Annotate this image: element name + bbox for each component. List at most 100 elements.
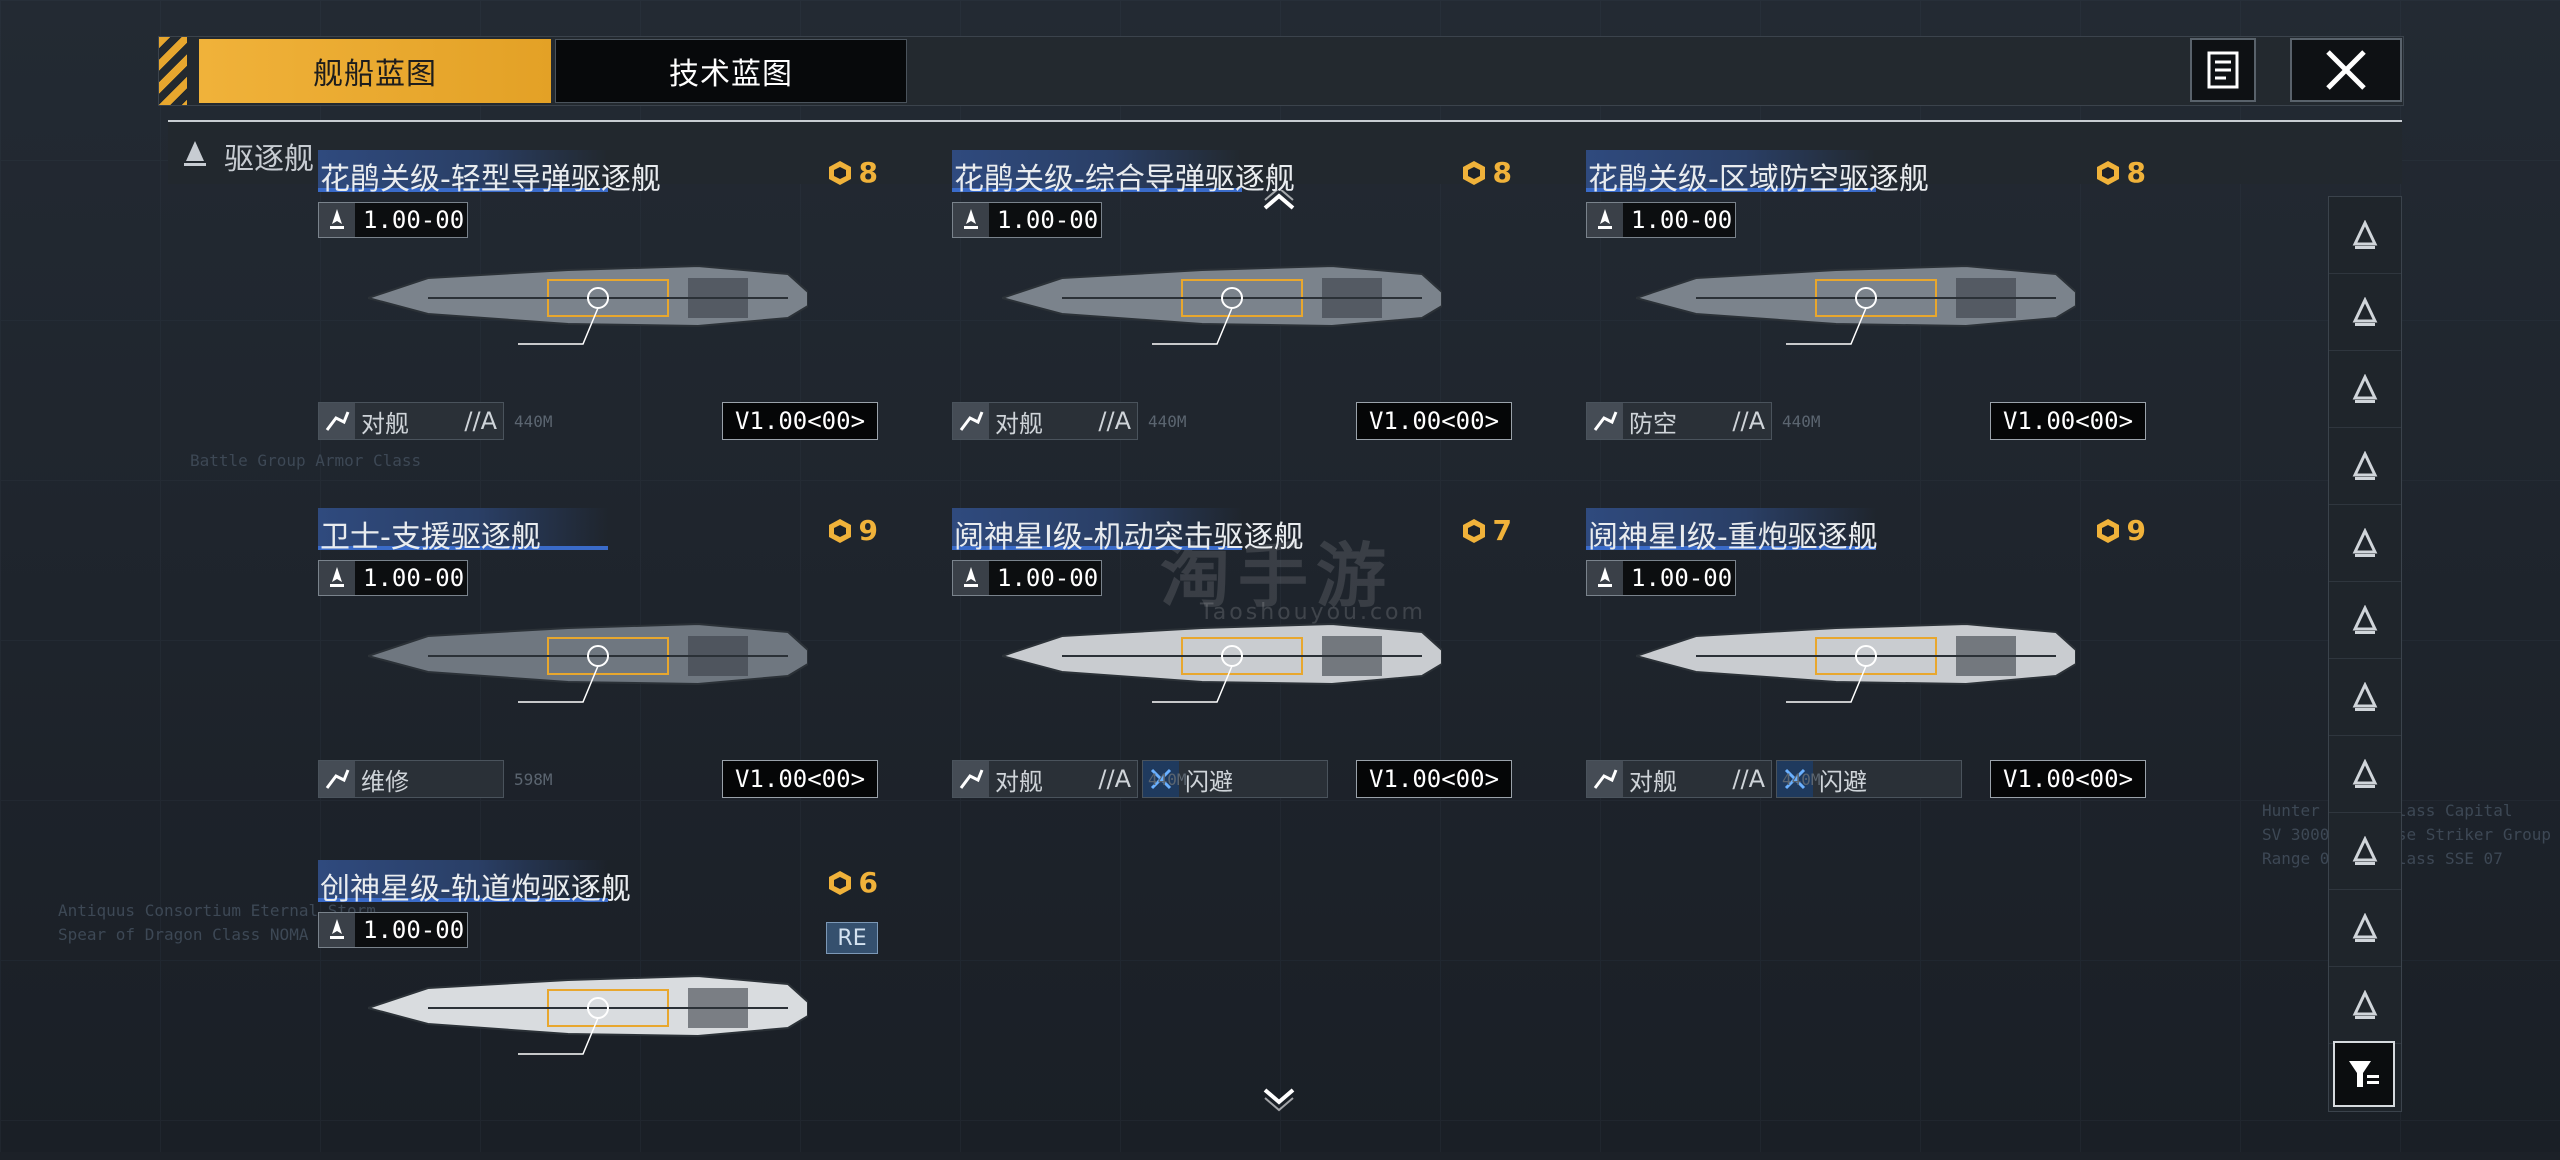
- card-title: 花鹃关级-区域防空驱逐舰: [1588, 162, 1929, 197]
- blueprint-card[interactable]: 阋神星I级-机动突击驱逐舰 7 1.00-00 对舰 //A 闪避 440M V1.00<00…: [952, 508, 1512, 808]
- version-label: V1.00<00>: [722, 760, 878, 798]
- scale-label: 440M: [1782, 412, 1821, 431]
- role-label: 对舰: [1629, 767, 1677, 796]
- cost-hexagon-icon: [1462, 160, 1485, 185]
- notes-button[interactable]: [2190, 38, 2256, 102]
- card-cost: 9: [2095, 514, 2146, 547]
- rail-item[interactable]: [2329, 351, 2401, 428]
- rail-item[interactable]: [2329, 505, 2401, 582]
- bg-caption: Spear of Dragon Class NOMA Ship: [58, 925, 357, 944]
- cruiser-icon: [2352, 451, 2378, 480]
- ship-image: [1636, 264, 2076, 345]
- level-value: 1.00-00: [997, 564, 1099, 592]
- role-grade: //A: [1732, 765, 1765, 793]
- role-icon: [319, 761, 355, 797]
- cost-hexagon-icon: [828, 518, 851, 543]
- blueprint-card[interactable]: 花鹃关级-综合导弹驱逐舰 8 1.00-00 对舰 //A 440M V1.00<00>: [952, 150, 1512, 450]
- blueprint-card[interactable]: 创神星级-轨道炮驱逐舰 6 1.00-00 RE: [318, 860, 878, 1160]
- filter-button[interactable]: [2333, 1041, 2395, 1107]
- cost-hexagon-icon: [1462, 518, 1485, 543]
- blueprint-card[interactable]: 阋神星I级-重炮驱逐舰 9 1.00-00 对舰 //A 闪避 440M V1.00<00>: [1586, 508, 2146, 808]
- rank-icon: [1587, 203, 1623, 237]
- card-cost: 8: [827, 156, 878, 189]
- role-tag: 对舰 //A: [952, 402, 1138, 440]
- tab-tech-blueprint[interactable]: 技术蓝图: [555, 39, 907, 103]
- close-icon: [2326, 50, 2366, 90]
- cost-hexagon-icon: [828, 870, 851, 895]
- ship-image: [1636, 622, 2076, 703]
- role-grade: //A: [1732, 407, 1765, 435]
- bg-caption: SV 30000 Defense Striker Group: [2262, 825, 2551, 844]
- station-icon: [2352, 913, 2378, 942]
- level-value: 1.00-00: [1631, 564, 1733, 592]
- card-title: 阋神星I级-机动突击驱逐舰: [954, 520, 1304, 555]
- cost-hexagon-icon: [2096, 160, 2119, 185]
- cost-value: 9: [2126, 514, 2146, 547]
- rail-item[interactable]: [2329, 890, 2401, 967]
- role-grade: //A: [1098, 407, 1131, 435]
- accent-stripe: [159, 37, 187, 105]
- rank-icon: [953, 561, 989, 595]
- rail-item[interactable]: [2329, 582, 2401, 659]
- tab-ship-blueprint[interactable]: 舰船蓝图: [199, 39, 551, 103]
- filter-icon: [2349, 1061, 2379, 1087]
- role-icon: [953, 403, 989, 439]
- role-tag: 对舰 //A: [952, 760, 1138, 798]
- role-tag: 对舰 //A: [318, 402, 504, 440]
- rail-item[interactable]: [2329, 736, 2401, 813]
- role-icon: [1587, 761, 1623, 797]
- rail-item[interactable]: [2329, 813, 2401, 890]
- secondary-role-label: 闪避: [1185, 767, 1233, 796]
- destroyer-icon: [2352, 528, 2378, 557]
- blueprint-card[interactable]: 花鹃关级-区域防空驱逐舰 8 1.00-00 防空 //A 440M V1.00<00>: [1586, 150, 2146, 450]
- rank-icon: [319, 561, 355, 595]
- role-label: 维修: [361, 767, 409, 796]
- level-value: 1.00-00: [363, 564, 465, 592]
- card-cost: 8: [1461, 156, 1512, 189]
- battleship-icon: [2352, 374, 2378, 403]
- role-icon: [953, 761, 989, 797]
- level-badge: 1.00-00: [952, 202, 1102, 238]
- ship-image: [368, 264, 808, 345]
- card-title: 创神星级-轨道炮驱逐舰: [320, 872, 631, 907]
- destroyer-class-icon: [184, 141, 206, 166]
- level-value: 1.00-00: [363, 916, 465, 944]
- level-value: 1.00-00: [363, 206, 465, 234]
- rail-item[interactable]: [2329, 659, 2401, 736]
- bg-caption: Battle Group Armor Class: [190, 451, 422, 470]
- rank-icon: [1587, 561, 1623, 595]
- level-badge: 1.00-00: [1586, 560, 1736, 596]
- blueprint-card[interactable]: 卫士-支援驱逐舰 9 1.00-00 维修 598M V1.00<00>: [318, 508, 878, 808]
- cost-value: 6: [858, 866, 878, 899]
- rail-item[interactable]: [2329, 428, 2401, 505]
- role-label: 对舰: [995, 767, 1043, 796]
- close-button[interactable]: [2290, 38, 2402, 102]
- rank-icon: [953, 203, 989, 237]
- rail-item[interactable]: [2329, 274, 2401, 351]
- card-title: 卫士-支援驱逐舰: [320, 520, 541, 555]
- level-badge: 1.00-00: [318, 202, 468, 238]
- ship-image: [1002, 264, 1442, 345]
- rail-item[interactable]: [2329, 967, 2401, 1044]
- rail-item[interactable]: [2329, 197, 2401, 274]
- cost-value: 7: [1492, 514, 1512, 547]
- version-label: V1.00<00>: [1356, 760, 1512, 798]
- top-bar: 舰船蓝图 技术蓝图: [158, 36, 2404, 106]
- card-cost: 7: [1461, 514, 1512, 547]
- cost-hexagon-icon: [2096, 518, 2119, 543]
- cost-value: 8: [2126, 156, 2146, 189]
- scale-label: 440M: [1148, 412, 1187, 431]
- role-tag: 维修: [318, 760, 504, 798]
- scale-label: 440M: [514, 412, 553, 431]
- role-label: 防空: [1629, 409, 1677, 438]
- carrier-icon: [2352, 297, 2378, 326]
- role-tag: 防空 //A: [1586, 402, 1772, 440]
- card-cost: 9: [827, 514, 878, 547]
- blueprint-card[interactable]: 花鹃关级-轻型导弹驱逐舰 8 1.00-00 对舰 //A 440M V1.00<00>: [318, 150, 878, 450]
- corvette-icon: [2352, 682, 2378, 711]
- scroll-down-icon[interactable]: [1262, 1086, 1296, 1112]
- card-cost: 8: [2095, 156, 2146, 189]
- card-title: 阋神星I级-重炮驱逐舰: [1588, 520, 1878, 555]
- re-tag: RE: [826, 922, 878, 954]
- role-grade: //A: [1098, 765, 1131, 793]
